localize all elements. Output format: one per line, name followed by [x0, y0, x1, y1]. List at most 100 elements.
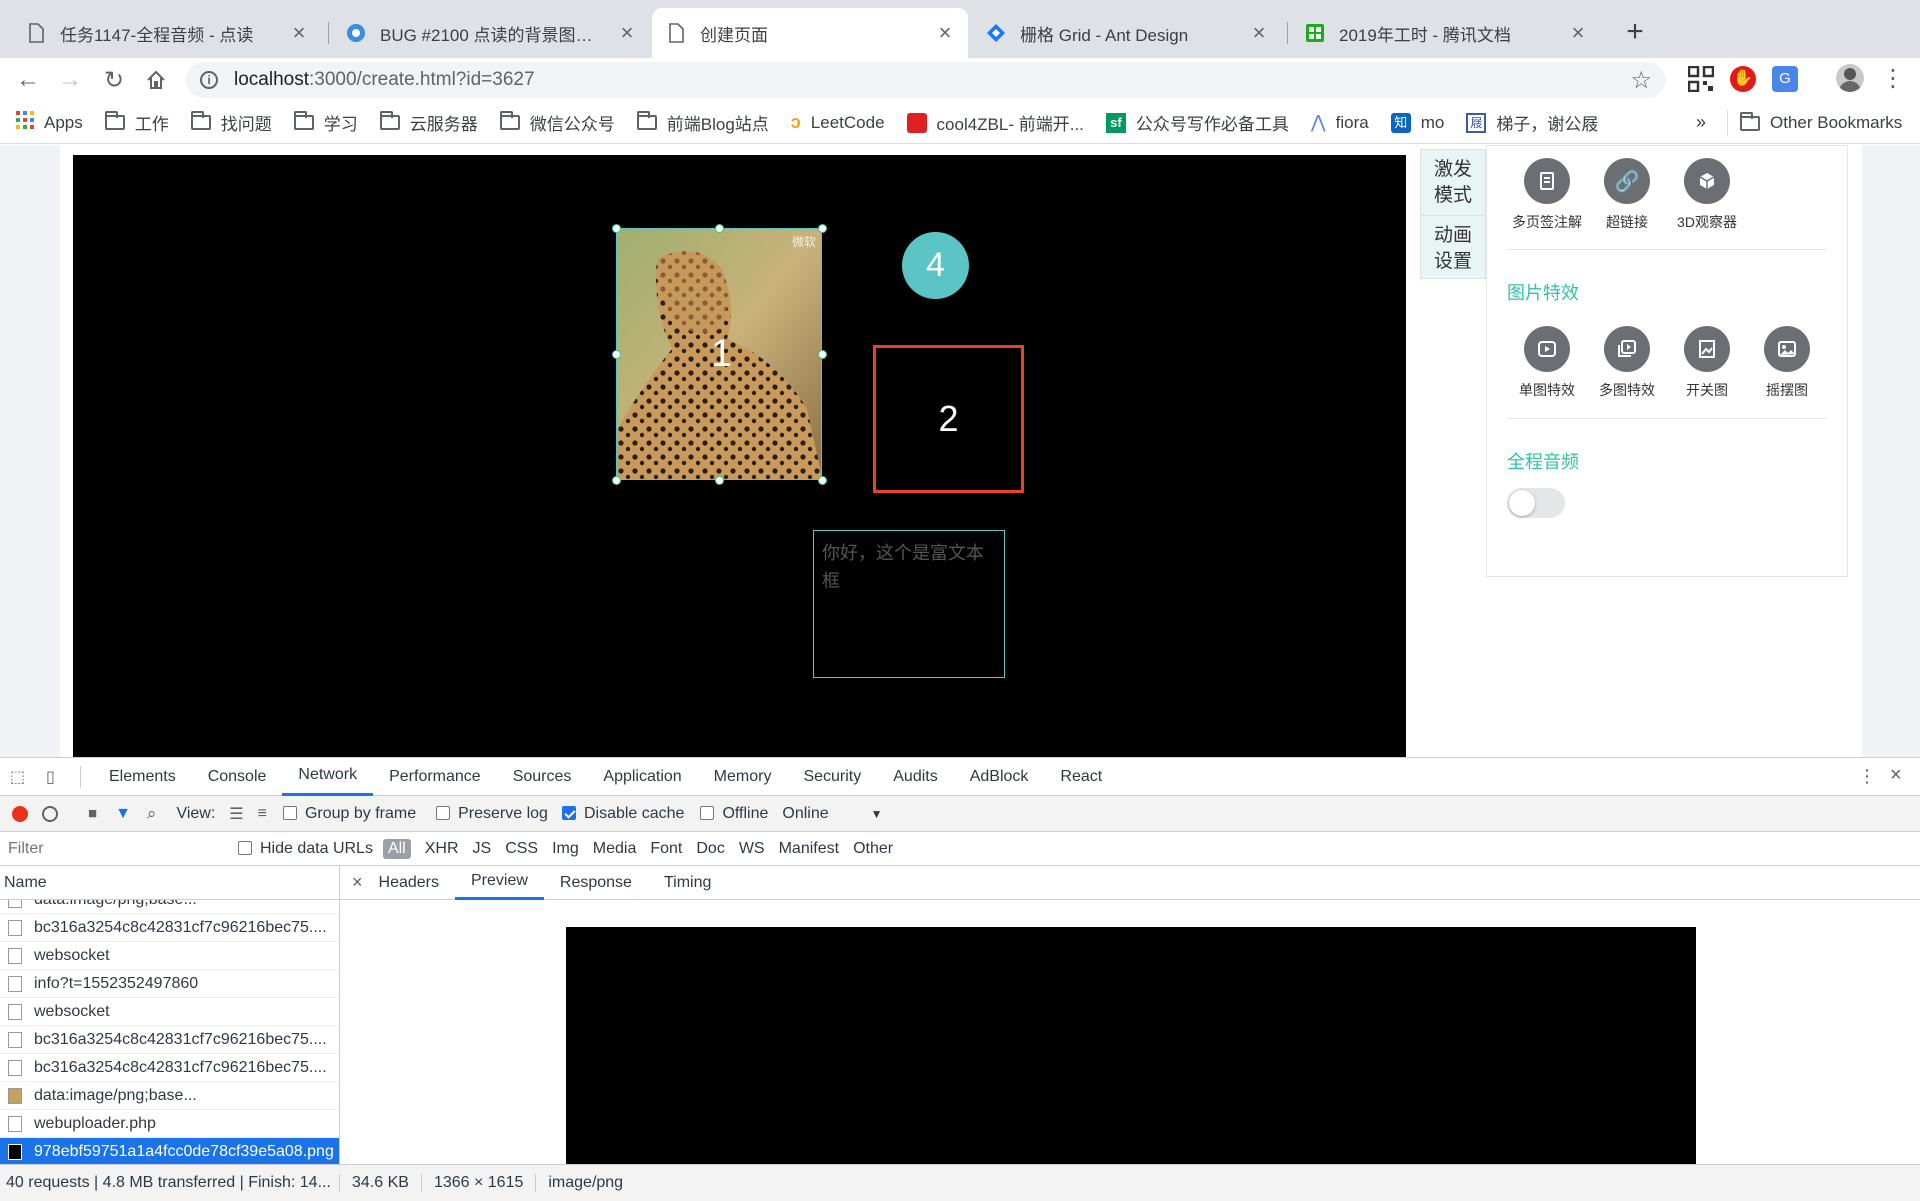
table-row[interactable]: webuploader.php	[0, 1110, 339, 1138]
editor-stage[interactable]: 微软 1 4 2 你好，这个是富文本框	[421, 155, 1057, 757]
filter-other[interactable]: Other	[853, 840, 893, 858]
inspect-element-icon[interactable]: ⬚	[10, 767, 32, 787]
browser-tab[interactable]: 任务1147-全程音频 - 点读 ×	[12, 8, 322, 58]
single-image-effect-button[interactable]: 单图特效	[1507, 326, 1587, 400]
menu-icon[interactable]: ⋮	[1878, 66, 1908, 94]
reload-icon[interactable]: ↻	[94, 58, 134, 102]
table-row[interactable]: data:image/png;base...	[0, 1082, 339, 1110]
filter-css[interactable]: CSS	[505, 840, 538, 858]
hide-data-urls-checkbox[interactable]: Hide data URLs	[238, 840, 373, 858]
bookmark-leetcode[interactable]: ↄ LeetCode	[791, 112, 885, 133]
bookmark-fiora[interactable]: ⋀ fiora	[1311, 112, 1369, 133]
tab-security[interactable]: Security	[787, 758, 877, 796]
bookmark-folder[interactable]: 微信公众号	[499, 110, 615, 135]
bookmark-apps[interactable]: Apps	[16, 111, 83, 134]
device-toolbar-icon[interactable]: ▯	[46, 767, 68, 787]
resize-handle[interactable]	[818, 350, 827, 359]
table-row-selected[interactable]: 978ebf59751a1a4fcc0de78cf39e5a08.png	[0, 1138, 339, 1164]
bookmarks-overflow-button[interactable]: »	[1696, 112, 1706, 133]
filter-font[interactable]: Font	[650, 840, 682, 858]
bookmark-folder[interactable]: 前端Blog站点	[636, 110, 769, 135]
home-icon[interactable]	[136, 58, 176, 102]
bookmark-sf[interactable]: sf 公众号写作必备工具	[1105, 110, 1289, 135]
browser-tab-active[interactable]: 创建页面 ×	[652, 8, 968, 58]
bookmark-folder[interactable]: 工作	[104, 110, 169, 135]
hotspot-circle-4[interactable]: 4	[902, 232, 969, 299]
resize-handle[interactable]	[612, 224, 621, 233]
bookmark-ladder[interactable]: 屐梯子，谢公屐	[1466, 110, 1598, 135]
large-rows-icon[interactable]: ☰	[229, 804, 243, 824]
bookmark-folder[interactable]: 云服务器	[379, 110, 478, 135]
filter-icon[interactable]: ▼	[115, 805, 131, 823]
filter-input[interactable]	[4, 836, 220, 861]
resize-handle[interactable]	[612, 350, 621, 359]
resize-handle[interactable]	[818, 476, 827, 485]
devtools-menu-icon[interactable]: ⋮	[1858, 766, 1876, 787]
3d-viewer-button[interactable]: 3D观察器	[1667, 158, 1747, 232]
disable-cache-checkbox[interactable]: Disable cache	[561, 805, 684, 823]
star-icon[interactable]: ☆	[1630, 66, 1652, 95]
tab-elements[interactable]: Elements	[93, 758, 192, 796]
filter-img[interactable]: Img	[552, 840, 579, 858]
table-row[interactable]: bc316a3254c8c42831cf7c96216bec75....	[0, 1026, 339, 1054]
table-row[interactable]: data:image/png;base...	[0, 900, 339, 914]
leopard-image[interactable]: 微软 1	[616, 228, 822, 480]
tab-timing[interactable]: Timing	[648, 866, 727, 900]
resize-handle[interactable]	[818, 224, 827, 233]
new-tab-button[interactable]: +	[1618, 12, 1652, 52]
qr-code-icon[interactable]	[1687, 65, 1715, 93]
bookmark-folder[interactable]: 找问题	[190, 110, 272, 135]
tab-preview[interactable]: Preview	[455, 866, 544, 900]
close-icon[interactable]: ×	[290, 20, 308, 46]
multi-tab-annotation-button[interactable]: 多页签注解	[1507, 158, 1587, 232]
tab-react[interactable]: React	[1044, 758, 1118, 796]
resize-handle[interactable]	[612, 476, 621, 485]
close-icon[interactable]: ×	[1250, 20, 1268, 46]
info-icon[interactable]: i	[200, 71, 218, 89]
filter-all[interactable]: All	[382, 838, 411, 859]
filter-media[interactable]: Media	[593, 840, 637, 858]
clear-icon[interactable]	[42, 805, 58, 822]
close-icon[interactable]: ×	[618, 20, 636, 46]
tab-performance[interactable]: Performance	[373, 758, 497, 796]
camera-icon[interactable]: ■	[88, 805, 97, 822]
name-column-header[interactable]: Name	[0, 866, 339, 900]
table-row[interactable]: info?t=1552352497860	[0, 970, 339, 998]
tab-memory[interactable]: Memory	[698, 758, 788, 796]
close-detail-icon[interactable]: ×	[352, 872, 363, 893]
close-icon[interactable]: ×	[1569, 20, 1587, 46]
tab-application[interactable]: Application	[587, 758, 697, 796]
tab-headers[interactable]: Headers	[363, 866, 455, 900]
resize-handle[interactable]	[715, 476, 724, 485]
filter-js[interactable]: JS	[473, 840, 492, 858]
translate-icon[interactable]: G	[1772, 66, 1798, 92]
tab-network[interactable]: Network	[282, 758, 374, 796]
close-devtools-icon[interactable]: ×	[1890, 764, 1902, 787]
avatar[interactable]	[1836, 64, 1864, 92]
table-row[interactable]: bc316a3254c8c42831cf7c96216bec75....	[0, 914, 339, 942]
tab-response[interactable]: Response	[544, 866, 648, 900]
address-bar[interactable]: i localhost:3000/create.html?id=3627 ☆	[186, 62, 1666, 98]
browser-tab[interactable]: BUG #2100 点读的背景图，有的 ×	[332, 8, 650, 58]
bookmark-cool4[interactable]: cool4ZBL- 前端开...	[906, 110, 1084, 135]
back-icon[interactable]: ←	[8, 58, 48, 102]
adblock-icon[interactable]: ✋	[1730, 66, 1756, 92]
tab-trigger-mode[interactable]: 激发模式	[1421, 150, 1485, 216]
filter-ws[interactable]: WS	[739, 840, 765, 858]
preserve-log-checkbox[interactable]: Preserve log	[436, 805, 548, 823]
filter-xhr[interactable]: XHR	[425, 840, 459, 858]
multi-image-effect-button[interactable]: 多图特效	[1587, 326, 1667, 400]
table-row[interactable]: websocket	[0, 942, 339, 970]
tab-audits[interactable]: Audits	[877, 758, 953, 796]
filter-manifest[interactable]: Manifest	[779, 840, 839, 858]
table-row[interactable]: bc316a3254c8c42831cf7c96216bec75....	[0, 1054, 339, 1082]
tab-console[interactable]: Console	[192, 758, 283, 796]
close-icon[interactable]: ×	[936, 20, 954, 46]
record-icon[interactable]	[12, 805, 28, 822]
tab-adblock[interactable]: AdBlock	[954, 758, 1045, 796]
rich-text-box[interactable]: 你好，这个是富文本框	[813, 530, 1005, 678]
tab-sources[interactable]: Sources	[497, 758, 588, 796]
swing-image-button[interactable]: 摇摆图	[1747, 326, 1827, 400]
browser-tab[interactable]: 2019年工时 - 腾讯文档 ×	[1291, 8, 1601, 58]
offline-checkbox[interactable]: Offline	[700, 805, 768, 823]
